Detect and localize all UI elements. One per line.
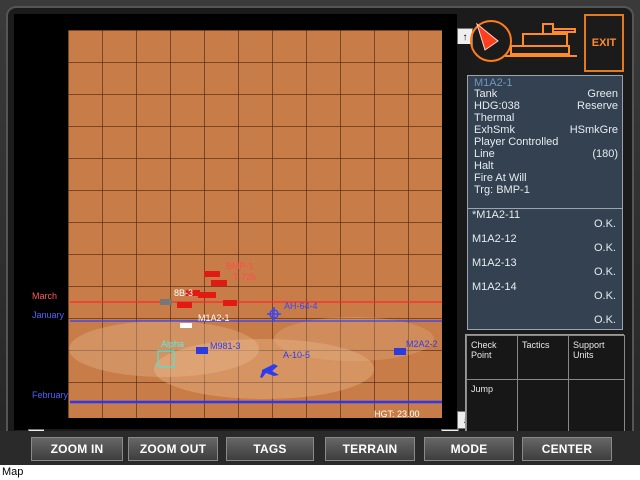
enemy-tank-icon: [177, 302, 192, 308]
list-item[interactable]: *M1A2-11: [472, 209, 520, 221]
unit-control: Player Controlled: [474, 136, 559, 148]
march-label: March: [32, 291, 57, 301]
tactics-button[interactable]: Tactics: [517, 335, 571, 381]
empty-command-slot: [517, 379, 571, 433]
friendly-tank-icon: [180, 323, 192, 328]
command-grid: Check Point Tactics Support Units Jump: [465, 334, 625, 434]
enemy-tank-icon: [204, 271, 220, 277]
enemy-label-t72: T-72b: [233, 272, 256, 282]
m1a2-label: M1A2-1: [198, 313, 230, 323]
unit-status: O.K.: [593, 290, 616, 302]
checkpoint-button[interactable]: Check Point: [466, 335, 520, 381]
unit-status: O.K.: [593, 242, 616, 254]
selected-unit-panel: M1A2-1 Tank Green HDG:038 Reserve Thermal …: [467, 75, 623, 209]
unit-line-value: (180): [592, 148, 618, 160]
unit-color: Green: [587, 88, 618, 100]
enemy-tank-icon: [198, 292, 216, 298]
unit-status: O.K.: [593, 266, 616, 278]
unit-fire-mode: Fire At Will: [474, 172, 527, 184]
jump-button[interactable]: Jump: [466, 379, 520, 433]
zoom-in-button[interactable]: ZOOM IN: [31, 437, 123, 461]
unit-label-8b: 8B-3: [174, 288, 193, 298]
january-label: January: [32, 310, 65, 320]
friendly-tank-icon: [196, 347, 208, 354]
bottom-toolbar: ZOOM IN ZOOM OUT TAGS TERRAIN MODE CENTE…: [0, 431, 640, 465]
list-item[interactable]: M1A2-13: [472, 257, 517, 269]
unit-line: Line: [474, 148, 495, 160]
unit-heading: HDG:038: [474, 100, 520, 112]
m2a2-label: M2A2-2: [406, 339, 438, 349]
unit-reserve: Reserve: [577, 100, 618, 112]
status-line: Map: [0, 465, 640, 480]
february-label: February: [32, 390, 69, 400]
map-overlay: March January February BMP-1 T-72b M1A2-…: [32, 261, 442, 404]
platoon-unit-list[interactable]: *M1A2-11 O.K. M1A2-12 O.K. M1A2-13 O.K. …: [467, 208, 623, 330]
support-units-button[interactable]: Support Units: [568, 335, 625, 381]
enemy-tank-icon: [211, 280, 227, 286]
unit-hsmkgre: HSmkGre: [569, 124, 618, 136]
a10-label: A-10-5: [283, 350, 310, 360]
zoom-out-button[interactable]: ZOOM OUT: [128, 437, 218, 461]
unit-target: Trg: BMP-1: [474, 184, 530, 196]
alpha-label: Alpha: [161, 339, 184, 349]
empty-command-slot: [568, 379, 625, 433]
list-item[interactable]: M1A2-14: [472, 281, 517, 293]
hgt-label: HGT: 23.00: [374, 409, 420, 419]
gray-tank-icon: [160, 299, 172, 305]
unit-status: O.K.: [593, 314, 616, 326]
center-button[interactable]: CENTER: [522, 437, 612, 461]
exit-button[interactable]: EXIT: [584, 14, 624, 72]
unit-exhsmk: ExhSmk: [474, 124, 515, 136]
friendly-tank-icon: [394, 348, 406, 355]
tactical-map[interactable]: March January February BMP-1 T-72b M1A2-…: [14, 14, 473, 445]
unit-type: Tank: [474, 88, 498, 100]
tank-icon: [510, 23, 576, 55]
unit-status: O.K.: [593, 218, 616, 230]
heading-indicator-icon: [476, 22, 499, 51]
enemy-label-bmp1: BMP-1: [226, 261, 254, 271]
ah64-label: AH-64-4: [284, 301, 318, 311]
enemy-tank-icon: [223, 300, 237, 306]
unit-halt: Halt: [474, 160, 494, 172]
mode-button[interactable]: MODE: [424, 437, 514, 461]
terrain-button[interactable]: TERRAIN: [325, 437, 415, 461]
tags-button[interactable]: TAGS: [226, 437, 314, 461]
m981-label: M981-3: [210, 341, 241, 351]
unit-thermal: Thermal: [474, 112, 515, 124]
list-item[interactable]: M1A2-12: [472, 233, 517, 245]
